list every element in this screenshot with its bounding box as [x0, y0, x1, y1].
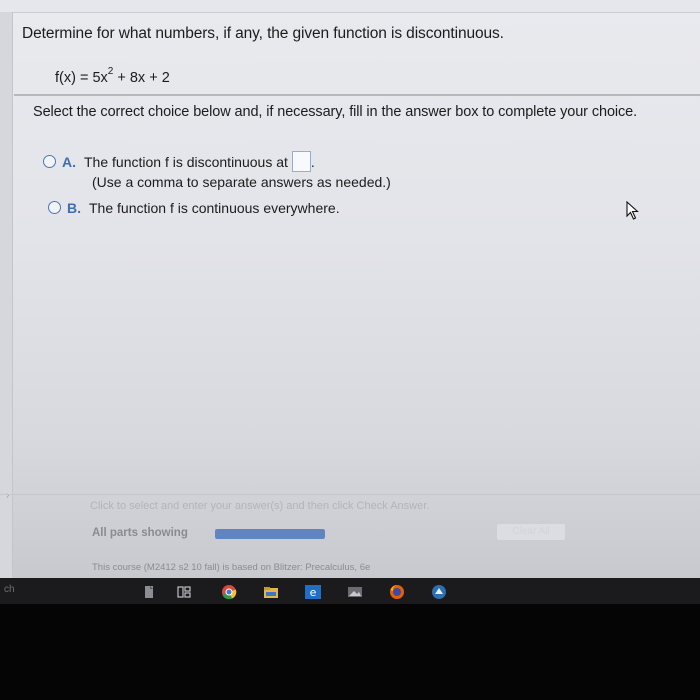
parts-label: All parts showing	[92, 527, 188, 539]
instruction-text: Select the correct choice below and, if …	[33, 104, 638, 120]
task-view-icon[interactable]	[175, 584, 193, 600]
parts-progress-bar	[215, 529, 325, 539]
file-explorer-icon[interactable]	[262, 584, 280, 600]
question-page: Determine for what numbers, if any, the …	[0, 0, 700, 578]
app-icon[interactable]	[430, 584, 448, 600]
function-suffix: + 8x + 2	[113, 69, 170, 86]
course-note: This course (M2412 s2 10 fall) is based …	[92, 562, 371, 573]
answer-input-box[interactable]	[291, 151, 311, 172]
choice-a-hint: (Use a comma to separate answers as need…	[92, 174, 391, 190]
edge-icon[interactable]: e	[304, 584, 322, 600]
answer-period: .	[310, 154, 315, 170]
taskbar-left-label: ch	[4, 584, 15, 595]
mouse-cursor-icon	[626, 201, 639, 220]
choice-a-radio[interactable]	[43, 155, 56, 168]
choice-a-letter: A.	[62, 154, 76, 170]
clear-all-button[interactable]: Clear All	[497, 524, 565, 540]
chrome-icon[interactable]	[220, 584, 238, 600]
function-prefix: f(x) = 5x	[55, 69, 108, 86]
choice-b[interactable]: B. The function f is continuous everywher…	[48, 200, 340, 216]
svg-text:e: e	[310, 586, 317, 599]
footer-hint: Click to select and enter your answer(s)…	[90, 500, 430, 512]
choice-b-letter: B.	[67, 200, 81, 216]
function-exponent: 2	[107, 66, 114, 77]
choice-b-radio[interactable]	[48, 201, 61, 214]
function-expression: f(x) = 5x2 + 8x + 2	[55, 66, 170, 86]
question-text: Determine for what numbers, if any, the …	[22, 25, 504, 42]
parts-progress-fill	[215, 529, 325, 539]
choice-a-text: The function f is discontinuous at	[84, 154, 288, 170]
top-strip	[0, 0, 700, 13]
file-icon[interactable]	[140, 584, 158, 600]
choice-b-text: The function f is continuous everywhere.	[89, 200, 340, 216]
photos-icon[interactable]	[346, 584, 364, 600]
screen: Determine for what numbers, if any, the …	[0, 0, 700, 700]
divider	[14, 94, 700, 96]
monitor-bezel	[0, 604, 700, 700]
firefox-icon[interactable]	[388, 584, 406, 600]
choice-a[interactable]: A. The function f is discontinuous at.	[43, 151, 315, 172]
